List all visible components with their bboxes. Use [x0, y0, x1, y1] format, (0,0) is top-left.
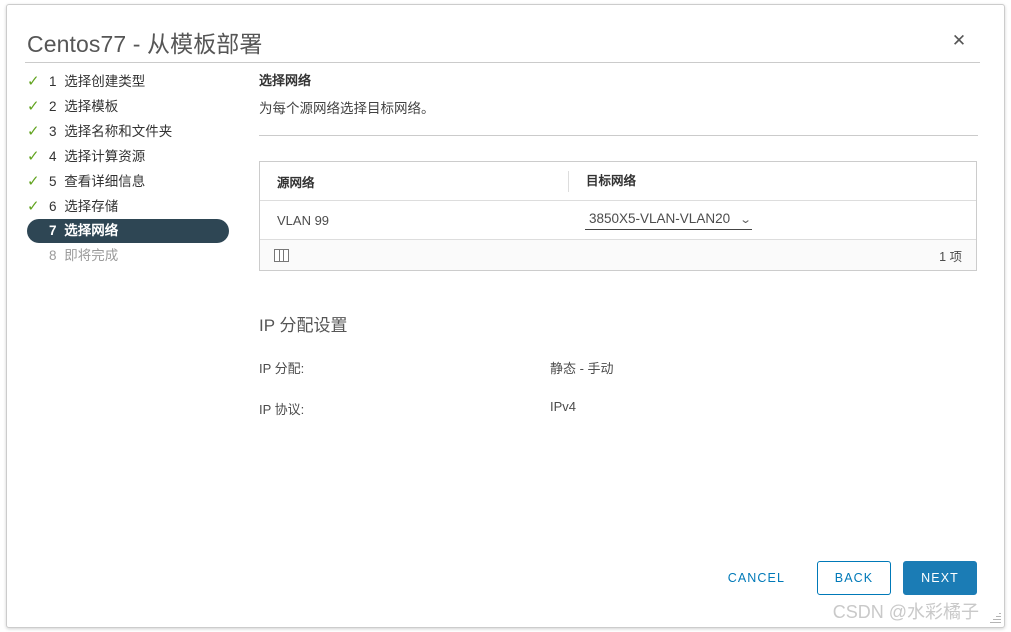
- content-divider: [259, 135, 978, 136]
- sidebar-step-8[interactable]: 8 即将完成: [27, 243, 240, 268]
- check-icon: ✓: [27, 198, 40, 215]
- destination-network-value: 3850X5-VLAN-VLAN20: [589, 211, 731, 226]
- cell-destination-network: 3850X5-VLAN-VLAN20 ⌄: [568, 210, 976, 230]
- step-label: 选择模板: [64, 99, 119, 114]
- chevron-down-icon: ⌄: [739, 214, 752, 226]
- title-divider: [25, 62, 980, 63]
- check-icon: ✓: [27, 73, 40, 90]
- columns-toggle-icon[interactable]: [274, 248, 289, 262]
- wizard-content-pane: 选择网络 为每个源网络选择目标网络。 源网络 目标网络 VLAN 99 3850…: [259, 67, 978, 549]
- step-label: 选择网络: [64, 223, 119, 238]
- step-label: 选择名称和文件夹: [64, 124, 173, 139]
- ip-protocol-row: IP 协议: IPv4: [259, 399, 976, 418]
- step-label: 查看详细信息: [64, 174, 146, 189]
- deploy-from-template-dialog: Centos77 - 从模板部署 ✕ ✓ 1 选择创建类型 ✓ 2 选择模板 ✓…: [6, 4, 1005, 628]
- step-number: 4: [49, 149, 57, 164]
- check-icon: ✓: [27, 148, 40, 165]
- sidebar-step-4[interactable]: ✓ 4 选择计算资源: [25, 144, 240, 169]
- ip-settings-title: IP 分配设置: [259, 316, 348, 335]
- row-count-label: 1 项: [939, 249, 962, 264]
- step-label: 选择创建类型: [64, 74, 146, 89]
- next-button[interactable]: NEXT: [903, 561, 977, 595]
- step-number: 1: [49, 74, 57, 89]
- wizard-steps-nav: ✓ 1 选择创建类型 ✓ 2 选择模板 ✓ 3 选择名称和文件夹 ✓ 4 选择计…: [25, 69, 240, 268]
- ip-allocation-row: IP 分配: 静态 - 手动: [259, 358, 976, 377]
- sidebar-step-2[interactable]: ✓ 2 选择模板: [25, 94, 240, 119]
- sidebar-step-5[interactable]: ✓ 5 查看详细信息: [25, 169, 240, 194]
- wizard-body: ✓ 1 选择创建类型 ✓ 2 选择模板 ✓ 3 选择名称和文件夹 ✓ 4 选择计…: [7, 67, 1004, 549]
- sidebar-step-3[interactable]: ✓ 3 选择名称和文件夹: [25, 119, 240, 144]
- ip-allocation-value: 静态 - 手动: [550, 361, 614, 376]
- table-footer: 1 项: [260, 240, 976, 270]
- check-icon: ✓: [27, 98, 40, 115]
- step-number: 2: [49, 99, 57, 114]
- cancel-button[interactable]: CANCEL: [718, 563, 795, 593]
- step-label: 选择存储: [64, 199, 119, 214]
- dialog-footer: CANCEL BACK NEXT: [7, 549, 1004, 627]
- content-heading: 选择网络: [259, 73, 312, 88]
- check-icon: ✓: [27, 173, 40, 190]
- column-header-destination: 目标网络: [568, 170, 976, 192]
- ip-protocol-label: IP 协议:: [259, 402, 305, 417]
- dialog-titlebar: Centos77 - 从模板部署 ✕: [7, 5, 1004, 63]
- step-number: 3: [49, 124, 57, 139]
- step-number: 8: [49, 248, 57, 263]
- page-title: Centos77 - 从模板部署: [27, 31, 263, 57]
- network-mapping-table: 源网络 目标网络 VLAN 99 3850X5-VLAN-VLAN20 ⌄ 1 …: [259, 161, 977, 271]
- cell-source-network: VLAN 99: [277, 212, 330, 228]
- step-label: 选择计算资源: [64, 149, 146, 164]
- sidebar-step-6[interactable]: ✓ 6 选择存储: [25, 194, 240, 219]
- check-icon: ✓: [27, 123, 40, 140]
- ip-protocol-value: IPv4: [550, 399, 577, 414]
- sidebar-step-1[interactable]: ✓ 1 选择创建类型: [25, 69, 240, 94]
- step-number: 5: [49, 174, 57, 189]
- sidebar-step-7-active[interactable]: 7 选择网络: [27, 219, 229, 243]
- resize-grip[interactable]: [988, 611, 1001, 624]
- column-header-source: 源网络: [277, 175, 315, 190]
- step-label: 即将完成: [64, 248, 119, 263]
- ip-allocation-label: IP 分配:: [259, 361, 305, 376]
- back-button[interactable]: BACK: [817, 561, 891, 595]
- table-row: VLAN 99 3850X5-VLAN-VLAN20 ⌄: [260, 201, 976, 240]
- content-subheading: 为每个源网络选择目标网络。: [259, 101, 435, 116]
- table-header-row: 源网络 目标网络: [260, 162, 976, 201]
- footer-button-group: CANCEL BACK NEXT: [718, 561, 977, 595]
- step-number: 6: [49, 199, 57, 214]
- step-number: 7: [49, 223, 57, 238]
- destination-network-dropdown[interactable]: 3850X5-VLAN-VLAN20 ⌄: [585, 210, 753, 230]
- close-icon[interactable]: ✕: [950, 32, 968, 50]
